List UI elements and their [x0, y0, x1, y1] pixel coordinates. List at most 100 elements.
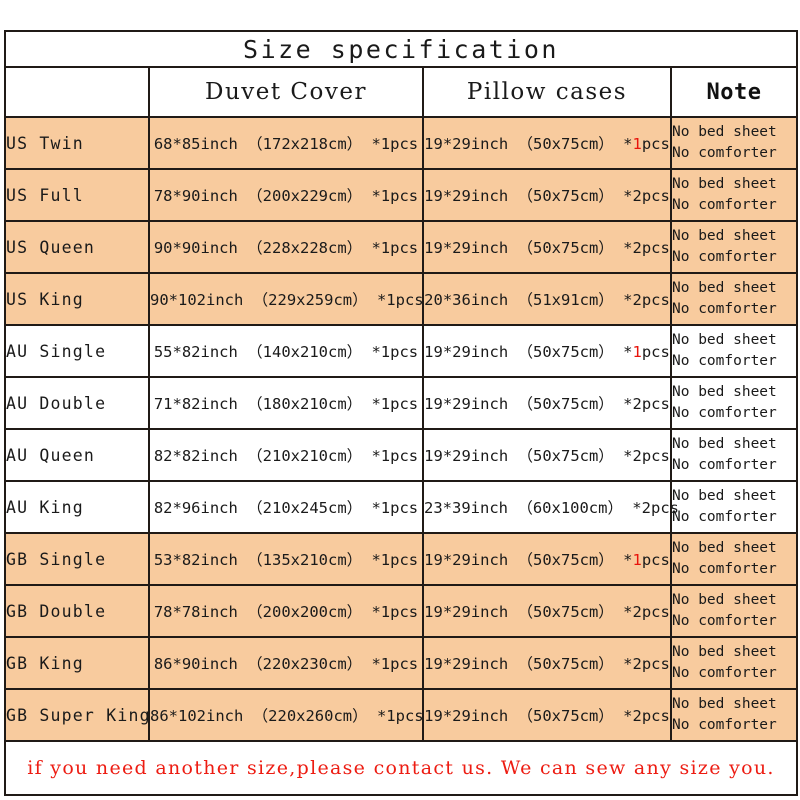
cell-duvet-cover: 82*96inch （210x245cm） *1pcs — [148, 480, 424, 534]
pillow-quantity: 2 — [632, 239, 642, 257]
header-pillow-cases: Pillow cases — [422, 66, 672, 118]
cell-pillow-cases: 19*29inch （50x75cm） *2pcs — [422, 376, 672, 430]
table-row: AU Single 55*82inch （140x210cm） *1pcs 19*2… — [4, 324, 798, 378]
pillow-quantity-unit: pcs — [641, 707, 670, 725]
cell-note: No bed sheet No comforter — [670, 428, 798, 482]
cell-note: No bed sheet No comforter — [670, 480, 798, 534]
table-row: GB King 86*90inch （220x230cm） *1pcs 19*29i… — [4, 636, 798, 690]
pillow-quantity-unit: pcs — [641, 603, 670, 621]
note-line-1: No bed sheet — [672, 383, 777, 400]
pillow-dimensions: 19*29inch （50x75cm） * — [424, 707, 633, 725]
footer-row: if you need another size,please contact … — [4, 740, 798, 796]
note-line-1: No bed sheet — [672, 695, 777, 712]
pillow-quantity: 2 — [632, 655, 642, 673]
note-line-2: No comforter — [672, 561, 777, 577]
page-title: Size specification — [4, 30, 798, 68]
cell-duvet-cover: 82*82inch （210x210cm） *1pcs — [148, 428, 424, 482]
cell-note: No bed sheet No comforter — [670, 688, 798, 742]
pillow-quantity: 1 — [632, 551, 642, 569]
table-row: GB Double 78*78inch （200x200cm） *1pcs 19*2… — [4, 584, 798, 638]
note-line-1: No bed sheet — [672, 279, 777, 296]
cell-pillow-cases: 19*29inch （50x75cm） *2pcs — [422, 584, 672, 638]
pillow-quantity: 2 — [632, 395, 642, 413]
cell-note: No bed sheet No comforter — [670, 272, 798, 326]
pillow-dimensions: 20*36inch （51x91cm） * — [424, 291, 633, 309]
pillow-dimensions: 23*39inch （60x100cm） * — [424, 499, 642, 517]
cell-pillow-cases: 19*29inch （50x75cm） *2pcs — [422, 220, 672, 274]
table-row: AU Queen 82*82inch （210x210cm） *1pcs 19*29… — [4, 428, 798, 482]
cell-size-name: GB King — [4, 636, 150, 690]
note-line-2: No comforter — [672, 197, 777, 213]
header-note: Note — [670, 66, 798, 118]
cell-size-name: US Full — [4, 168, 150, 222]
header-size-column — [4, 66, 150, 118]
note-line-2: No comforter — [672, 249, 777, 265]
note-line-2: No comforter — [672, 665, 777, 681]
header-duvet-cover: Duvet Cover — [148, 66, 424, 118]
pillow-dimensions: 19*29inch （50x75cm） * — [424, 447, 633, 465]
cell-duvet-cover: 90*102inch （229x259cm） *1pcs — [148, 272, 424, 326]
pillow-quantity-unit: pcs — [641, 655, 670, 673]
pillow-quantity-unit: pcs — [641, 395, 670, 413]
pillow-quantity: 2 — [632, 447, 642, 465]
note-line-1: No bed sheet — [672, 227, 777, 244]
cell-duvet-cover: 86*102inch （220x260cm） *1pcs — [148, 688, 424, 742]
table-row: US Queen 90*90inch （228x228cm） *1pcs 19*29… — [4, 220, 798, 274]
note-line-1: No bed sheet — [672, 331, 777, 348]
cell-duvet-cover: 90*90inch （228x228cm） *1pcs — [148, 220, 424, 274]
table-row: US King 90*102inch （229x259cm） *1pcs 20*36… — [4, 272, 798, 326]
cell-size-name: GB Super King — [4, 688, 150, 742]
note-line-1: No bed sheet — [672, 539, 777, 556]
cell-note: No bed sheet No comforter — [670, 636, 798, 690]
cell-size-name: AU King — [4, 480, 150, 534]
cell-duvet-cover: 55*82inch （140x210cm） *1pcs — [148, 324, 424, 378]
cell-pillow-cases: 19*29inch （50x75cm） *1pcs — [422, 532, 672, 586]
note-line-1: No bed sheet — [672, 175, 777, 192]
cell-size-name: GB Double — [4, 584, 150, 638]
cell-size-name: AU Double — [4, 376, 150, 430]
cell-duvet-cover: 78*90inch （200x229cm） *1pcs — [148, 168, 424, 222]
cell-note: No bed sheet No comforter — [670, 532, 798, 586]
cell-pillow-cases: 19*29inch （50x75cm） *1pcs — [422, 324, 672, 378]
table-row: GB Super King 86*102inch （220x260cm） *1pc… — [4, 688, 798, 742]
note-line-2: No comforter — [672, 301, 777, 317]
pillow-quantity: 2 — [632, 291, 642, 309]
table-row: US Full 78*90inch （200x229cm） *1pcs 19*29i… — [4, 168, 798, 222]
cell-note: No bed sheet No comforter — [670, 220, 798, 274]
cell-note: No bed sheet No comforter — [670, 168, 798, 222]
cell-size-name: GB Single — [4, 532, 150, 586]
cell-note: No bed sheet No comforter — [670, 376, 798, 430]
pillow-dimensions: 19*29inch （50x75cm） * — [424, 551, 633, 569]
size-specification-table: Size specification Duvet Cover Pillow ca… — [4, 30, 798, 796]
note-line-2: No comforter — [672, 353, 777, 369]
pillow-dimensions: 19*29inch （50x75cm） * — [424, 343, 633, 361]
pillow-quantity-unit: pcs — [641, 551, 670, 569]
cell-size-name: US Twin — [4, 116, 150, 170]
cell-pillow-cases: 20*36inch （51x91cm） *2pcs — [422, 272, 672, 326]
cell-pillow-cases: 19*29inch （50x75cm） *1pcs — [422, 116, 672, 170]
note-line-1: No bed sheet — [672, 591, 777, 608]
pillow-dimensions: 19*29inch （50x75cm） * — [424, 395, 633, 413]
cell-note: No bed sheet No comforter — [670, 584, 798, 638]
pillow-quantity-unit: pcs — [641, 291, 670, 309]
cell-pillow-cases: 19*29inch （50x75cm） *2pcs — [422, 168, 672, 222]
cell-duvet-cover: 68*85inch （172x218cm） *1pcs — [148, 116, 424, 170]
table-row: US Twin 68*85inch （172x218cm） *1pcs 19*29i… — [4, 116, 798, 170]
cell-size-name: AU Single — [4, 324, 150, 378]
cell-size-name: US Queen — [4, 220, 150, 274]
pillow-quantity-unit: pcs — [641, 187, 670, 205]
pillow-quantity: 1 — [632, 135, 642, 153]
cell-pillow-cases: 19*29inch （50x75cm） *2pcs — [422, 688, 672, 742]
column-header-row: Duvet Cover Pillow cases Note — [4, 66, 798, 118]
note-line-2: No comforter — [672, 457, 777, 473]
cell-note: No bed sheet No comforter — [670, 116, 798, 170]
cell-duvet-cover: 86*90inch （220x230cm） *1pcs — [148, 636, 424, 690]
cell-note: No bed sheet No comforter — [670, 324, 798, 378]
pillow-quantity-unit: pcs — [641, 447, 670, 465]
pillow-quantity-unit: pcs — [641, 343, 670, 361]
pillow-dimensions: 19*29inch （50x75cm） * — [424, 135, 633, 153]
pillow-quantity-unit: pcs — [641, 239, 670, 257]
cell-duvet-cover: 78*78inch （200x200cm） *1pcs — [148, 584, 424, 638]
cell-size-name: US King — [4, 272, 150, 326]
note-line-2: No comforter — [672, 405, 777, 421]
